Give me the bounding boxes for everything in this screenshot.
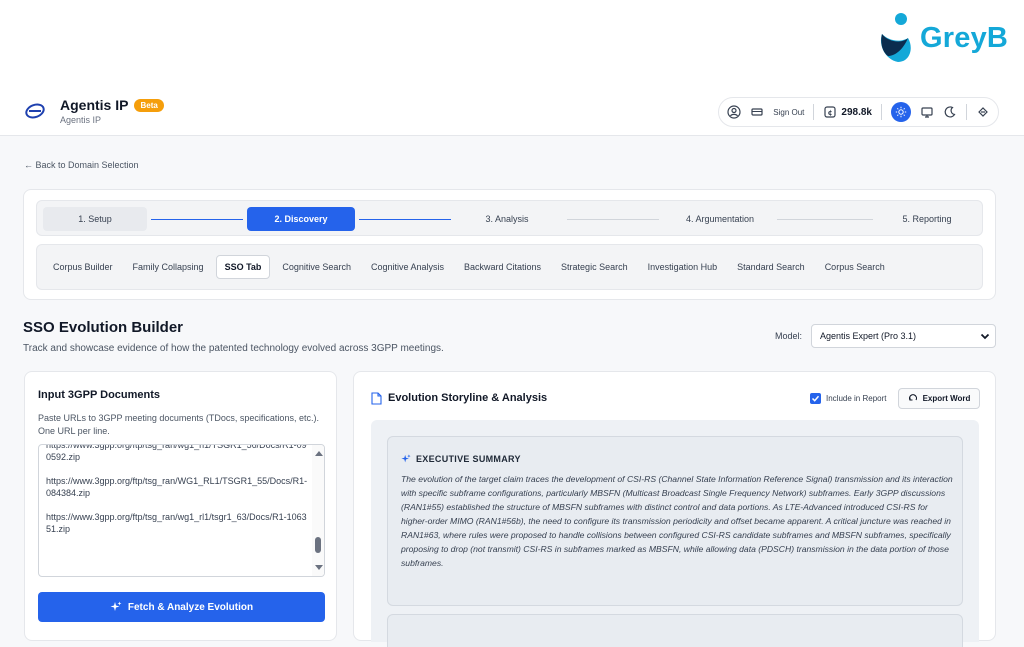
tab-corpus-builder[interactable]: Corpus Builder — [45, 256, 121, 278]
check-icon — [811, 395, 820, 402]
export-word-label: Export Word — [922, 394, 971, 403]
tab-family-collapsing[interactable]: Family Collapsing — [125, 256, 212, 278]
credits-display[interactable]: ¢ 298.8k — [823, 105, 872, 119]
step-connector — [567, 219, 659, 220]
tab-cognitive-search[interactable]: Cognitive Search — [274, 256, 359, 278]
sparkle-icon — [401, 454, 411, 463]
toolbar-divider — [813, 104, 815, 120]
url-line: https://www.3gpp.org/ftp/tsg_ran/wg1_rl1… — [46, 512, 307, 534]
scroll-down-icon[interactable] — [315, 565, 323, 570]
user-circle-icon[interactable] — [727, 105, 741, 119]
url-scrollbar[interactable] — [312, 445, 324, 576]
sign-out-button[interactable]: Sign Out — [773, 108, 804, 117]
tab-backward-citations[interactable]: Backward Citations — [456, 256, 549, 278]
step-reporting[interactable]: 5. Reporting — [877, 207, 977, 231]
coin-icon: ¢ — [824, 106, 837, 118]
url-list: https://www.3gpp.org/ftp/tsg_ran/wg1_rl1… — [46, 444, 308, 547]
next-section-box — [387, 614, 963, 647]
toolbar-divider — [881, 104, 882, 120]
fetch-analyze-button[interactable]: Fetch & Analyze Evolution — [38, 592, 325, 622]
executive-summary: EXECUTIVE SUMMARY The evolution of the t… — [387, 436, 963, 606]
palette-icon[interactable] — [976, 105, 990, 119]
app-title-text: Agentis IP — [60, 97, 129, 113]
include-label: Include in Report — [826, 394, 887, 403]
url-textarea[interactable]: https://www.3gpp.org/ftp/tsg_ran/wg1_rl1… — [38, 444, 325, 577]
agentis-logo-icon[interactable] — [24, 102, 46, 120]
include-in-report-toggle[interactable]: Include in Report — [810, 393, 886, 404]
analysis-content: EXECUTIVE SUMMARY The evolution of the t… — [371, 420, 979, 647]
app-header: Agentis IP Beta Agentis IP Sign Out ¢ 298… — [0, 88, 1024, 136]
beta-badge: Beta — [134, 99, 164, 112]
tab-strategic-search[interactable]: Strategic Search — [553, 256, 636, 278]
url-line: https://www.3gpp.org/ftp/tsg_ran/WG1_RL1… — [46, 476, 308, 498]
header-toolbar: Sign Out ¢ 298.8k — [718, 97, 999, 127]
scroll-up-icon[interactable] — [315, 451, 323, 456]
app-subtitle: Agentis IP — [60, 115, 102, 125]
include-checkbox[interactable] — [810, 393, 821, 404]
app-window: Agentis IP Beta Agentis IP Sign Out ¢ 298… — [0, 88, 1024, 647]
model-select[interactable]: Agentis Expert (Pro 3.1) — [811, 324, 996, 348]
step-connector — [777, 219, 873, 220]
moon-icon[interactable] — [943, 105, 957, 119]
page-subtitle: Track and showcase evidence of how the p… — [23, 343, 444, 354]
summary-heading: EXECUTIVE SUMMARY — [401, 454, 521, 464]
monitor-icon[interactable] — [920, 105, 934, 119]
page-title: SSO Evolution Builder — [23, 319, 184, 336]
input-card-title: Input 3GPP Documents — [38, 389, 161, 401]
app-title: Agentis IP Beta — [60, 97, 164, 113]
tab-cognitive-analysis[interactable]: Cognitive Analysis — [363, 256, 452, 278]
chevron-down-icon — [980, 333, 990, 340]
fetch-button-label: Fetch & Analyze Evolution — [127, 601, 254, 613]
model-label: Model: — [775, 331, 803, 341]
evolution-analysis-card: Evolution Storyline & Analysis Include i… — [353, 371, 996, 647]
summary-text: The evolution of the target claim traces… — [401, 474, 953, 568]
light-theme-button[interactable] — [891, 102, 911, 122]
document-icon — [371, 392, 382, 405]
export-word-button[interactable]: Export Word — [898, 388, 980, 409]
greyb-wordmark: GreyB — [920, 21, 1009, 54]
step-setup[interactable]: 1. Setup — [43, 207, 147, 231]
tab-standard-search[interactable]: Standard Search — [729, 256, 813, 278]
export-icon — [908, 393, 917, 401]
svg-text:¢: ¢ — [828, 109, 833, 117]
card-icon[interactable] — [750, 105, 764, 119]
step-analysis[interactable]: 3. Analysis — [457, 207, 557, 231]
greyb-brand: GreyB — [876, 12, 1008, 64]
sparkle-icon — [110, 601, 122, 611]
input-card-description: Paste URLs to 3GPP meeting documents (TD… — [38, 413, 319, 436]
credits-value: 298.8k — [841, 106, 872, 118]
step-connector — [151, 219, 243, 220]
url-line: https://www.3gpp.org/ftp/tsg_ran/wg1_rl1… — [46, 444, 307, 462]
summary-heading-text: EXECUTIVE SUMMARY — [416, 454, 521, 464]
tab-investigation-hub[interactable]: Investigation Hub — [640, 256, 726, 278]
sun-icon — [895, 106, 907, 118]
step-argumentation[interactable]: 4. Argumentation — [665, 207, 775, 231]
discovery-tabs: Corpus Builder Family Collapsing SSO Tab… — [36, 244, 983, 290]
model-select-value: Agentis Expert (Pro 3.1) — [820, 331, 917, 341]
tab-corpus-search[interactable]: Corpus Search — [817, 256, 893, 278]
step-connector — [359, 219, 451, 220]
toolbar-divider — [966, 104, 967, 120]
analysis-card-title: Evolution Storyline & Analysis — [388, 392, 548, 404]
greyb-logo-icon — [880, 13, 911, 62]
step-discovery[interactable]: 2. Discovery — [247, 207, 355, 231]
scroll-thumb[interactable] — [315, 537, 321, 553]
input-documents-card: Input 3GPP Documents Paste URLs to 3GPP … — [24, 371, 337, 641]
stepper: 1. Setup 2. Discovery 3. Analysis 4. Arg… — [36, 200, 983, 236]
back-to-domain-link[interactable]: ← Back to Domain Selection — [24, 160, 139, 170]
workflow-panel: 1. Setup 2. Discovery 3. Analysis 4. Arg… — [23, 189, 996, 300]
tab-sso[interactable]: SSO Tab — [215, 255, 271, 279]
